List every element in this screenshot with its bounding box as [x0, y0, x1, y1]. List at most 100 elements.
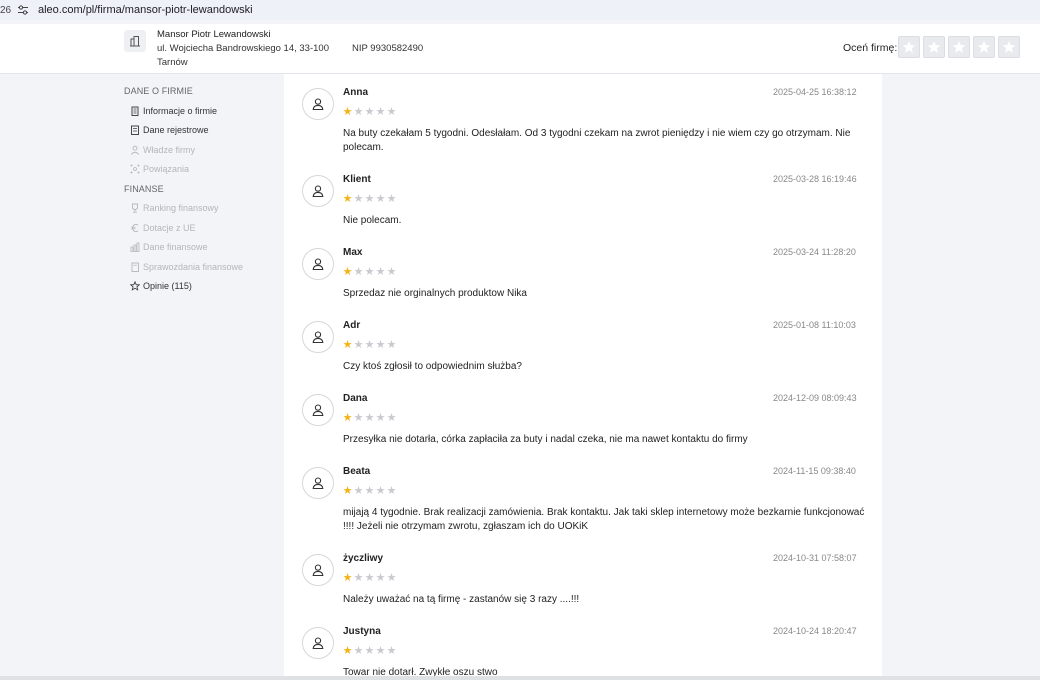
star-icon: ★ — [342, 412, 353, 424]
review-rating: ★ ★ ★ ★ ★ — [342, 572, 397, 584]
review-author: Dana — [343, 393, 368, 404]
star-icon: ★ — [353, 412, 364, 424]
review-rating: ★ ★ ★ ★ ★ — [342, 266, 397, 278]
sidebar-item-label: Opinie (115) — [143, 281, 192, 291]
review-item: Klient 2025-03-28 16:19:46 ★ ★ ★ ★ ★ Nie poleca… — [284, 161, 882, 234]
star-icon: ★ — [364, 572, 375, 584]
review-date: 2025-03-24 11:28:20 — [773, 247, 856, 257]
review-text: Należy uważać na tą firmę - zastanów się… — [343, 594, 580, 605]
rate-company-label: Oceń firmę: — [843, 42, 898, 54]
sidebar-item-label: Informacje o firmie — [143, 105, 218, 116]
sidebar-item-label: Dane rejestrowe — [143, 125, 209, 135]
star-icon: ★ — [386, 572, 397, 584]
user-avatar-icon — [302, 554, 334, 586]
star-icon — [1002, 40, 1016, 53]
review-text: Czy ktoś zgłosił to odpowiednim służba? — [343, 361, 522, 372]
company-name: Mansor Piotr Lewandowski — [157, 29, 271, 40]
horizontal-scrollbar[interactable] — [0, 676, 1040, 680]
star-icon: ★ — [364, 266, 375, 278]
star-icon: ★ — [364, 339, 375, 351]
star-icon: ★ — [353, 266, 364, 278]
trophy-icon — [129, 203, 140, 214]
rate-star-button-4[interactable] — [973, 36, 995, 58]
star-icon: ★ — [386, 266, 397, 278]
sidebar-nav: DANE O FIRMIE Informacje o firmie Dane re… — [124, 84, 274, 299]
user-avatar-icon — [302, 321, 334, 353]
review-rating: ★ ★ ★ ★ ★ — [342, 339, 397, 351]
user-avatar-icon — [302, 627, 334, 659]
review-author: Max — [343, 247, 363, 258]
sidebar-item-label: Sprawozdania finansowe — [143, 261, 244, 272]
rate-star-button-1[interactable] — [898, 36, 920, 58]
network-icon — [129, 164, 140, 175]
review-rating: ★ ★ ★ ★ ★ — [342, 412, 397, 424]
star-icon: ★ — [386, 106, 397, 118]
review-text: Przesyłka nie dotarła, córka zapłaciła z… — [343, 434, 748, 445]
sidebar-item-label: Dane finansowe — [143, 242, 208, 252]
review-rating: ★ ★ ★ ★ ★ — [342, 106, 397, 118]
company-header: Mansor Piotr Lewandowski ul. Wojciecha B… — [0, 24, 1040, 74]
star-icon: ★ — [342, 106, 353, 118]
star-icon: ★ — [375, 266, 386, 278]
sidebar-item-dane-2: Władze firmy — [124, 143, 274, 157]
sidebar-section-finanse: FINANSE — [124, 183, 164, 194]
rate-company-stars — [898, 36, 1020, 58]
star-icon: ★ — [342, 266, 353, 278]
user-avatar-icon — [302, 394, 334, 426]
star-icon: ★ — [353, 193, 364, 205]
company-nip: NIP 9930582490 — [352, 43, 424, 54]
sidebar-item-finanse-4[interactable]: Opinie (115) — [124, 279, 274, 293]
sidebar-item-dane-1[interactable]: Dane rejestrowe — [124, 123, 274, 137]
review-date: 2024-12-09 08:09:43 — [773, 393, 857, 403]
review-rating: ★ ★ ★ ★ ★ — [342, 645, 397, 657]
review-text: Na buty czekałam 5 tygodni. Odesłałam. O… — [343, 128, 851, 153]
review-author: Justyna — [343, 626, 381, 637]
person-icon — [129, 144, 140, 155]
review-text: mijają 4 tygodnie. Brak realizacji zamów… — [343, 507, 865, 532]
sidebar-item-finanse-1: Dotacje z UE — [124, 221, 274, 235]
chart-icon — [129, 242, 140, 253]
star-icon: ★ — [375, 645, 386, 657]
review-date: 2025-04-25 16:38:12 — [773, 87, 857, 97]
review-item: Beata 2024-11-15 09:38:40 ★ ★ ★ ★ ★ mijają 4 ty… — [284, 453, 882, 540]
star-icon: ★ — [375, 193, 386, 205]
star-icon: ★ — [353, 339, 364, 351]
user-avatar-icon — [302, 175, 334, 207]
star-icon: ★ — [342, 572, 353, 584]
review-date: 2024-10-31 07:58:07 — [773, 553, 857, 563]
star-icon: ★ — [364, 193, 375, 205]
star-icon: ★ — [342, 645, 353, 657]
star-icon: ★ — [353, 106, 364, 118]
building-icon — [129, 105, 140, 116]
rate-star-button-2[interactable] — [923, 36, 945, 58]
review-author: Anna — [343, 87, 368, 98]
tab-fragment: 26 — [0, 4, 12, 16]
sidebar-item-finanse-0: Ranking finansowy — [124, 201, 274, 215]
sidebar-item-label: Władze firmy — [143, 144, 196, 155]
star-icon: ★ — [353, 645, 364, 657]
star-icon: ★ — [364, 106, 375, 118]
sidebar-item-finanse-3: Sprawozdania finansowe — [124, 260, 274, 274]
site-settings-icon[interactable] — [16, 3, 30, 17]
review-text: Nie polecam. — [343, 215, 402, 226]
star-icon: ★ — [386, 412, 397, 424]
rate-star-button-5[interactable] — [998, 36, 1020, 58]
review-item: Justyna 2024-10-24 18:20:47 ★ ★ ★ ★ ★ Towar nie… — [284, 613, 882, 680]
star-icon: ★ — [353, 572, 364, 584]
sidebar-section-dane: DANE O FIRMIE — [124, 86, 193, 96]
star-icon: ★ — [364, 485, 375, 497]
sidebar-item-finanse-2: Dane finansowe — [124, 240, 274, 254]
sidebar-item-dane-0[interactable]: Informacje o firmie — [124, 104, 274, 118]
star-icon — [977, 40, 991, 53]
sidebar-item-label: Powiązania — [143, 164, 190, 174]
rate-star-button-3[interactable] — [948, 36, 970, 58]
star-icon: ★ — [342, 193, 353, 205]
user-avatar-icon — [302, 248, 334, 280]
review-date: 2025-03-28 16:19:46 — [773, 174, 857, 184]
review-text: Sprzedaz nie orginalnych produktow Nika — [343, 288, 527, 299]
star-icon: ★ — [386, 339, 397, 351]
document-icon — [129, 125, 140, 136]
url-field[interactable]: aleo.com/pl/firma/mansor-piotr-lewandows… — [38, 4, 253, 16]
report-icon — [129, 261, 140, 272]
star-icon: ★ — [375, 339, 386, 351]
